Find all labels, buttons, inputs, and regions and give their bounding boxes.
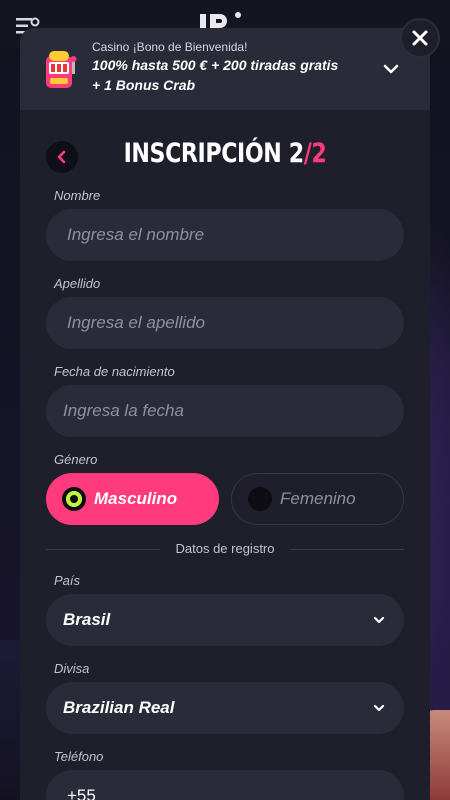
divider-line-right xyxy=(290,549,404,550)
country-select[interactable]: Brasil xyxy=(46,594,404,646)
last-name-label: Apellido xyxy=(54,276,101,291)
phone-label: Teléfono xyxy=(54,749,104,764)
registration-modal: Casino ¡Bono de Bienvenida! 100% hasta 5… xyxy=(20,28,430,800)
close-button[interactable] xyxy=(400,18,440,58)
bonus-text: Casino ¡Bono de Bienvenida! 100% hasta 5… xyxy=(92,39,382,95)
chevron-down-icon xyxy=(373,616,385,624)
last-name-input[interactable]: Ingresa el apellido xyxy=(46,297,404,349)
country-label: País xyxy=(54,573,81,588)
first-name-input[interactable]: Ingresa el nombre xyxy=(46,209,404,261)
title-row: INSCRIPCIÓN 2/2 xyxy=(20,138,430,178)
gender-option-male[interactable]: Masculino xyxy=(46,473,219,525)
birth-date-label: Fecha de nacimiento xyxy=(54,364,175,379)
currency-label: Divisa xyxy=(54,661,90,676)
country-value: Brasil xyxy=(63,610,111,629)
section-divider: Datos de registro xyxy=(46,540,404,558)
gender-female-label: Femenino xyxy=(280,489,356,508)
slot-machine-icon xyxy=(42,48,80,90)
title-total: 2 xyxy=(311,138,327,169)
first-name-label: Nombre xyxy=(54,188,101,203)
bonus-title-line-2: + 1 Bonus Crab xyxy=(92,77,196,93)
chevron-down-icon xyxy=(373,704,385,712)
title-step: INSCRIPCIÓN 2 xyxy=(123,138,305,169)
bonus-kicker: Casino ¡Bono de Bienvenida! xyxy=(92,40,248,54)
gender-label: Género xyxy=(54,452,98,467)
page-title: INSCRIPCIÓN 2/2 xyxy=(57,138,393,169)
gender-option-female[interactable]: Femenino xyxy=(231,473,404,525)
birth-date-input[interactable]: Ingresa la fecha xyxy=(46,385,404,437)
currency-value: Brazilian Real xyxy=(63,698,175,717)
radio-unselected-icon xyxy=(248,487,272,511)
radio-selected-icon xyxy=(62,487,86,511)
chevron-down-icon[interactable] xyxy=(382,60,400,78)
bonus-banner[interactable]: Casino ¡Bono de Bienvenida! 100% hasta 5… xyxy=(20,28,430,110)
phone-input[interactable]: +55 xyxy=(46,770,404,800)
background-decoration xyxy=(0,640,22,800)
gender-male-label: Masculino xyxy=(94,489,178,508)
bonus-title-line-1: 100% hasta 500 € + 200 tiradas gratis xyxy=(92,57,339,73)
close-icon xyxy=(412,30,428,46)
currency-select[interactable]: Brazilian Real xyxy=(46,682,404,734)
